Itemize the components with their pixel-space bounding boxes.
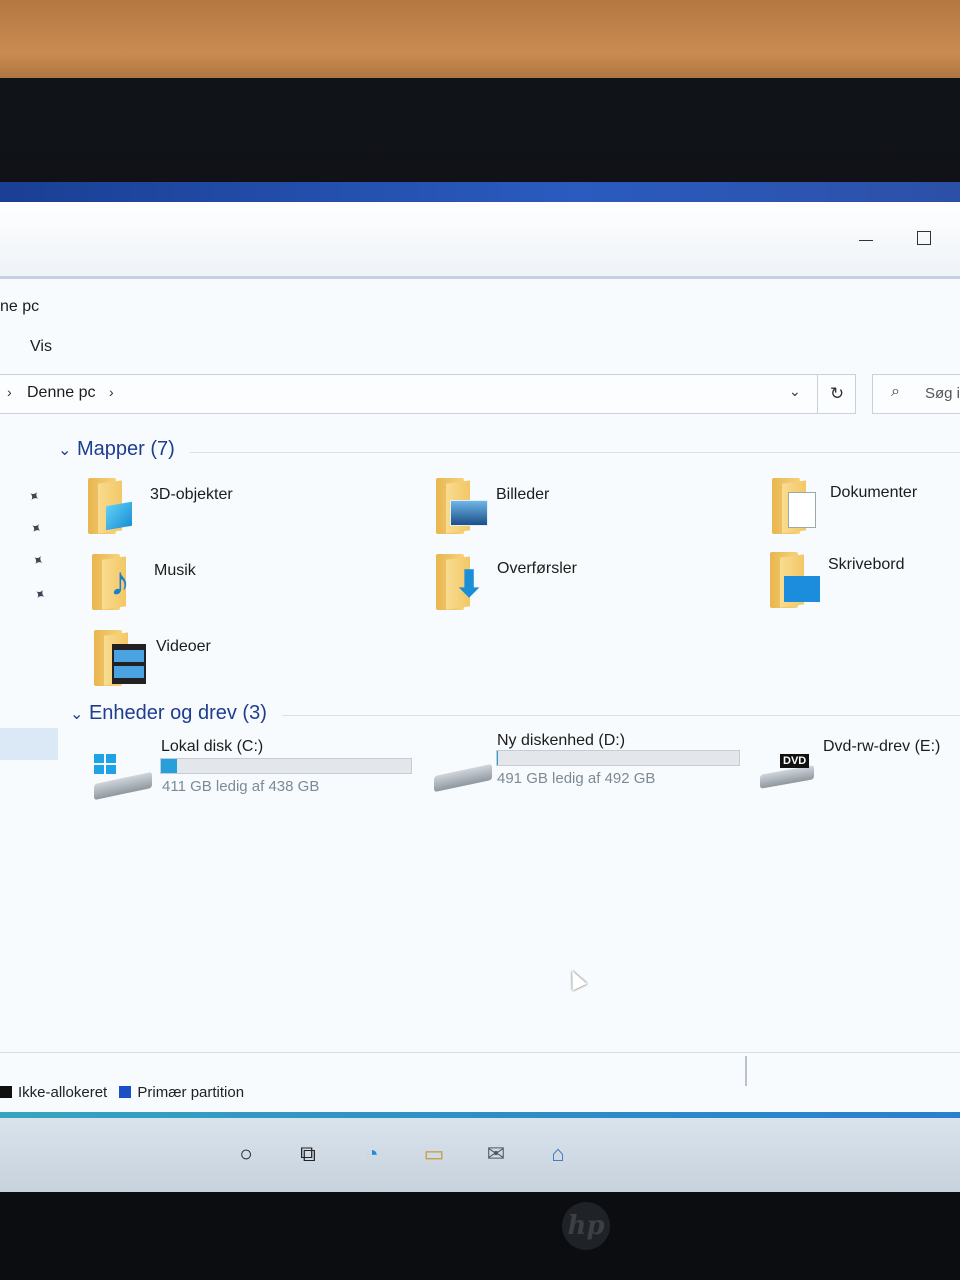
drive-e[interactable]: DVD Dvd-rw-drev (E:) [756, 734, 960, 794]
videos-icon [94, 630, 146, 686]
folder-videos[interactable]: Videoer [94, 630, 294, 690]
folder-label: Videoer [156, 638, 211, 655]
section-folders[interactable]: ⌄ Mapper (7) [58, 438, 175, 461]
pin-icon[interactable]: ✦ [28, 550, 48, 571]
section-drives-title: Enheder og drev (3) [88, 702, 267, 724]
legend-primary: Primær partition [137, 1084, 245, 1101]
section-divider [190, 452, 960, 453]
dvd-badge: DVD [780, 754, 810, 768]
cortana-search-icon[interactable]: ○ [228, 1136, 264, 1172]
folder-label: 3D-objekter [150, 486, 233, 503]
hp-logo: hp [562, 1202, 610, 1250]
disk-map-area [0, 1052, 960, 1087]
maximize-button[interactable] [906, 224, 942, 254]
edge-browser-icon[interactable]: ◔ [354, 1136, 390, 1172]
documents-icon [772, 478, 824, 534]
nav-selection[interactable] [0, 728, 58, 760]
mouse-cursor-icon [564, 967, 588, 991]
desktop-edge [0, 182, 960, 202]
maximize-icon [917, 231, 931, 245]
screen: ne pc Vis › Denne pc › ⌄ ↻ ⌕ Søg i ✦ ✦ ✦… [0, 182, 960, 1192]
wall-background [0, 0, 960, 90]
tab-vis[interactable]: Vis [30, 338, 52, 356]
hard-disk-icon [94, 771, 152, 801]
drive-usage-bar [160, 758, 412, 774]
3d-objects-icon [88, 478, 140, 534]
folder-label: Skrivebord [828, 556, 905, 573]
breadcrumb[interactable]: Denne pc [27, 384, 96, 402]
folder-label: Dokumenter [830, 484, 918, 501]
music-icon: ♪ [92, 554, 144, 610]
file-explorer-icon[interactable]: ▭ [416, 1136, 452, 1172]
pin-icon[interactable]: ✦ [30, 584, 50, 605]
section-folders-title: Mapper (7) [76, 438, 175, 460]
taskbar: ○ ⧉ ◔ ▭ ✉ ⌂ [0, 1118, 960, 1192]
drive-usage-fill [161, 759, 177, 773]
drive-usage-fill [497, 751, 499, 765]
folder-label: Musik [154, 562, 196, 579]
section-divider [282, 715, 960, 716]
minimize-button[interactable] [848, 224, 884, 254]
drive-d[interactable]: Ny diskenhed (D:) 491 GB ledig af 492 GB [430, 730, 750, 796]
mail-icon[interactable]: ✉ [478, 1136, 514, 1172]
dvd-drive-icon: DVD [760, 754, 816, 789]
search-input[interactable]: ⌕ Søg i [872, 374, 960, 414]
folder-label: Overførsler [497, 560, 577, 577]
windows-logo-icon [94, 754, 116, 774]
pictures-icon [436, 478, 488, 534]
drive-c[interactable]: Lokal disk (C:) 411 GB ledig af 438 GB [90, 734, 420, 801]
pin-icon[interactable]: ✦ [24, 486, 44, 507]
desktop-icon [770, 552, 822, 608]
refresh-icon: ↻ [829, 384, 845, 403]
chevron-right-icon[interactable]: › [109, 384, 114, 400]
folder-3d-objects[interactable]: 3D-objekter [88, 478, 288, 538]
chevron-down-icon: ⌄ [70, 706, 84, 723]
drive-usage-bar [496, 750, 740, 766]
chevron-down-icon[interactable]: ⌄ [789, 383, 801, 400]
drive-label: Lokal disk (C:) [161, 738, 264, 755]
chevron-down-icon: ⌄ [58, 442, 72, 459]
window-title: ne pc [0, 298, 40, 315]
search-placeholder: Søg i [925, 385, 960, 402]
legend-unallocated: Ikke-allokeret [18, 1084, 108, 1101]
hard-disk-icon [434, 763, 492, 793]
store-icon[interactable]: ⌂ [540, 1136, 576, 1172]
minimize-icon [859, 239, 873, 241]
task-view-icon[interactable]: ⧉ [290, 1136, 326, 1172]
legend-swatch-unallocated [0, 1086, 12, 1098]
downloads-icon: ⬇ [436, 554, 488, 610]
address-bar[interactable]: › Denne pc › ⌄ ↻ [0, 374, 856, 414]
partition-legend: Ikke-allokeret Primær partition [0, 1084, 244, 1101]
refresh-button[interactable]: ↻ [817, 375, 856, 413]
drive-label: Ny diskenhed (D:) [497, 732, 626, 749]
section-drives[interactable]: ⌄ Enheder og drev (3) [70, 702, 267, 725]
drive-free-space: 491 GB ledig af 492 GB [497, 770, 656, 787]
folder-documents[interactable]: Dokumenter [772, 478, 960, 538]
chevron-right-icon[interactable]: › [7, 384, 12, 400]
legend-swatch-primary [119, 1086, 132, 1098]
folder-label: Billeder [496, 486, 550, 503]
title-bar [0, 202, 960, 279]
pin-icon[interactable]: ✦ [26, 518, 46, 539]
folder-downloads[interactable]: ⬇ Overførsler [436, 554, 636, 614]
drive-free-space: 411 GB ledig af 438 GB [162, 778, 320, 795]
folder-pictures[interactable]: Billeder [436, 478, 636, 538]
folder-desktop[interactable]: Skrivebord [770, 552, 960, 612]
search-icon: ⌕ [891, 383, 900, 400]
folder-music[interactable]: ♪ Musik [92, 554, 292, 614]
drive-label: Dvd-rw-drev (E:) [823, 738, 941, 755]
splitter[interactable] [745, 1056, 747, 1086]
